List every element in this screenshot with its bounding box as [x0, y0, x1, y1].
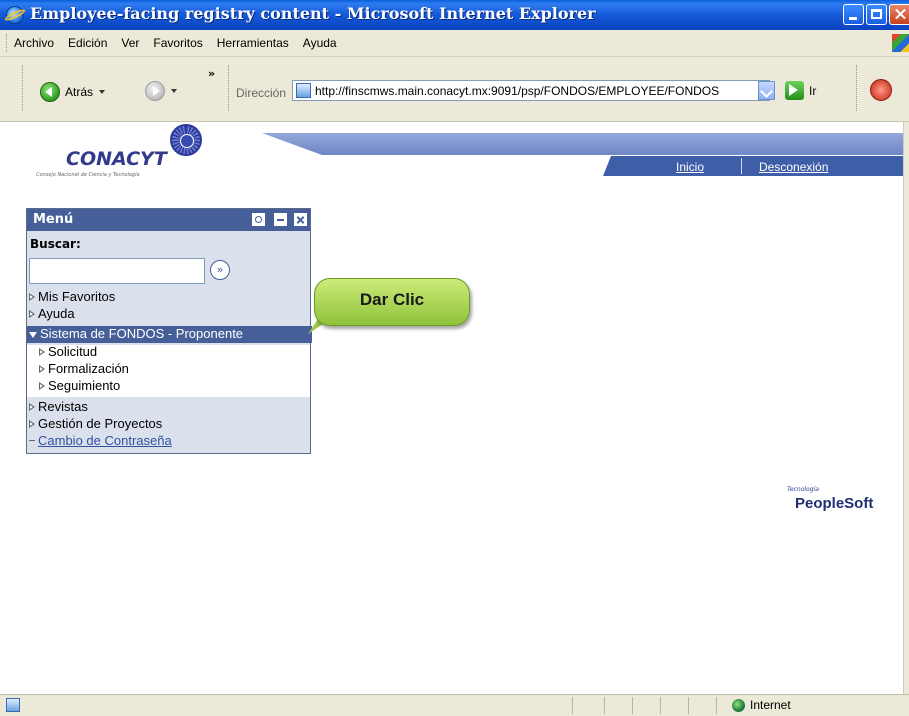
back-arrow-icon: [40, 82, 60, 102]
nav-separator: [741, 158, 742, 174]
header-banner: [262, 133, 903, 155]
peoplesoft-logo: PeopleSoft: [795, 495, 874, 512]
menu-item-ayuda[interactable]: Ayuda: [29, 306, 309, 323]
conacyt-subtitle: Consejo Nacional de Ciencia y Tecnología: [36, 172, 140, 178]
callout-text: Dar Clic: [359, 290, 425, 309]
status-divider: [660, 697, 661, 714]
zone-label: Internet: [750, 698, 791, 712]
menu-item-label: Ayuda: [38, 306, 75, 321]
menu-item-label: Cambio de Contraseña: [38, 433, 172, 448]
conacyt-logo-text: CONACYT: [66, 148, 167, 170]
menu-favoritos[interactable]: Favoritos: [153, 36, 202, 50]
menu-panel: Menú Buscar: » Mis Favoritos Ayuda Siste…: [26, 208, 312, 454]
menu-item-mis-favoritos[interactable]: Mis Favoritos: [29, 289, 309, 306]
address-label: Dirección: [236, 86, 287, 100]
toolbar-overflow-icon[interactable]: »: [208, 67, 215, 80]
back-button[interactable]: Atrás: [40, 81, 106, 103]
go-label: Ir: [809, 83, 817, 98]
conacyt-seal-icon: [170, 124, 202, 156]
collapsed-arrow-icon: [29, 293, 35, 301]
status-divider: [632, 697, 633, 714]
menu-header: Menú: [27, 209, 310, 231]
refresh-icon[interactable]: [252, 213, 265, 226]
collapsed-arrow-icon: [39, 365, 45, 373]
menu-ayuda[interactable]: Ayuda: [303, 36, 337, 50]
search-go-icon[interactable]: »: [210, 260, 230, 280]
status-divider: [604, 697, 605, 714]
collapsed-arrow-icon: [39, 382, 45, 390]
go-button[interactable]: Ir: [785, 81, 816, 100]
vertical-scrollbar[interactable]: [903, 122, 909, 694]
peoplesoft-tagline: Tecnología: [787, 486, 819, 493]
menu-item-label: Seguimiento: [48, 378, 121, 393]
close-window-button[interactable]: [889, 4, 909, 25]
menu-item-label: Mis Favoritos: [38, 289, 116, 304]
menu-item-gestion-proyectos[interactable]: Gestión de Proyectos: [29, 416, 309, 433]
nav-desconexion-link[interactable]: Desconexión: [759, 160, 828, 174]
address-input[interactable]: http://finscmws.main.conacyt.mx:9091/psp…: [315, 84, 761, 98]
address-grip: [228, 65, 232, 111]
leaf-dash-icon: [29, 440, 35, 441]
menu-item-formalizacion[interactable]: Formalización: [39, 361, 319, 378]
menu-item-label: Gestión de Proyectos: [38, 416, 163, 431]
close-icon[interactable]: [294, 213, 307, 226]
menu-item-sistema-fondos[interactable]: Sistema de FONDOS - Proponente: [27, 326, 312, 343]
menubar-grip: [6, 34, 10, 52]
windows-logo-icon: [892, 34, 909, 52]
menu-item-label: Solicitud: [48, 344, 98, 359]
go-arrow-icon: [785, 81, 804, 100]
title-bar: Employee-facing registry content - Micro…: [0, 0, 909, 30]
minimize-icon[interactable]: [274, 213, 287, 226]
menu-edicion[interactable]: Edición: [68, 36, 107, 50]
search-input[interactable]: [29, 258, 205, 284]
expanded-arrow-icon: [29, 332, 37, 338]
nav-band: [603, 156, 903, 176]
links-grip: [856, 65, 860, 111]
collapsed-arrow-icon: [39, 348, 45, 356]
instruction-callout: Dar Clic: [308, 278, 470, 334]
minimize-window-button[interactable]: [843, 4, 864, 25]
address-bar[interactable]: http://finscmws.main.conacyt.mx:9091/psp…: [292, 80, 770, 101]
menu-item-cambio-contrasena[interactable]: Cambio de Contraseña: [29, 433, 309, 450]
back-label: Atrás: [65, 85, 94, 99]
forward-dropdown-icon[interactable]: [171, 89, 177, 93]
menu-bar: Archivo Edición Ver Favoritos Herramient…: [0, 30, 909, 57]
status-bar: Internet: [0, 694, 909, 716]
menu-item-label: Sistema de FONDOS - Proponente: [40, 326, 244, 341]
forward-button[interactable]: [145, 81, 177, 101]
menu-item-solicitud[interactable]: Solicitud: [39, 344, 319, 361]
menu-item-revistas[interactable]: Revistas: [29, 399, 309, 416]
search-label: Buscar:: [30, 237, 81, 251]
status-divider: [688, 697, 689, 714]
toolbar-grip: [22, 65, 26, 111]
internet-zone-icon: [732, 699, 745, 712]
toolbar: Atrás » Dirección http://finscmws.main.c…: [0, 57, 909, 122]
window-title: Employee-facing registry content - Micro…: [30, 4, 596, 23]
internet-explorer-icon: [6, 6, 24, 24]
menu-item-label: Revistas: [38, 399, 88, 414]
page-status-icon: [6, 698, 20, 712]
back-dropdown-icon[interactable]: [99, 90, 106, 94]
menu-herramientas[interactable]: Herramientas: [217, 36, 289, 50]
address-dropdown-button[interactable]: [758, 81, 775, 100]
maximize-window-button[interactable]: [866, 4, 887, 25]
menu-archivo[interactable]: Archivo: [14, 36, 54, 50]
pdf-icon[interactable]: [870, 79, 892, 101]
nav-inicio-link[interactable]: Inicio: [676, 160, 704, 174]
status-divider: [716, 697, 717, 714]
menu-item-label: Formalización: [48, 361, 129, 376]
page-icon: [296, 83, 311, 98]
collapsed-arrow-icon: [29, 420, 35, 428]
collapsed-arrow-icon: [29, 310, 35, 318]
status-divider: [572, 697, 573, 714]
forward-arrow-icon: [145, 81, 165, 101]
collapsed-arrow-icon: [29, 403, 35, 411]
menu-item-seguimiento[interactable]: Seguimiento: [39, 378, 319, 395]
menu-ver[interactable]: Ver: [121, 36, 139, 50]
menu-title: Menú: [33, 212, 74, 227]
